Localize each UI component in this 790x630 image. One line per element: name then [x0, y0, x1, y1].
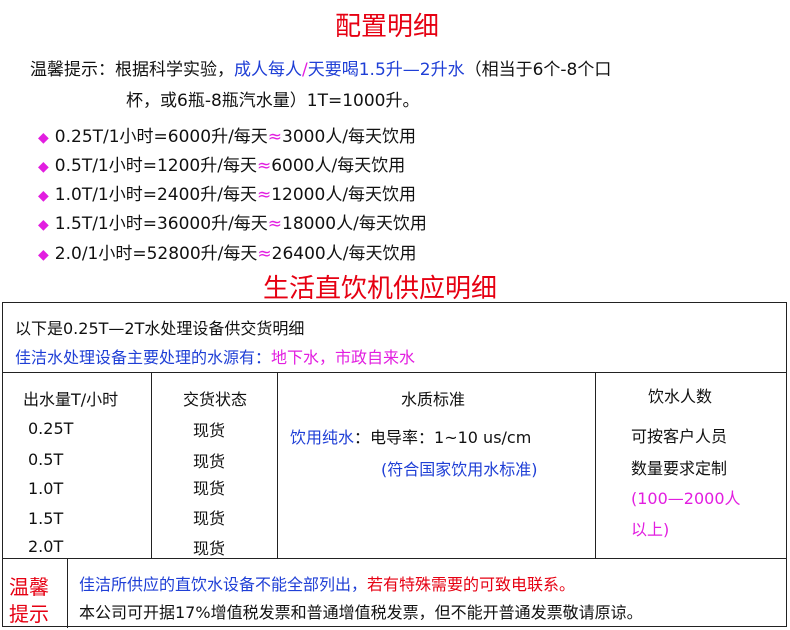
diamond-icon: ◆ [38, 130, 49, 146]
delivery-status: 现货 [193, 452, 226, 471]
item-left: 1.5T/1小时=36000升/每天 [54, 214, 268, 234]
approx-sign: ≈ [256, 156, 272, 176]
config-tip-line2: 杯，或6瓶-8瓶汽水量）1T=1000升。 [126, 91, 420, 111]
item-right: 18000人/每天饮用 [282, 214, 427, 234]
diamond-icon: ◆ [38, 217, 49, 233]
config-item-1: ◆ 0.25T/1小时=6000升/每天≈3000人/每天饮用 [38, 122, 416, 147]
output-value: 2.0T [28, 537, 64, 556]
quality-standard: (符合国家饮用水标准) [381, 460, 538, 479]
tip-highlight-b: 天要喝1.5升—2升水 [307, 60, 465, 80]
item-right: 3000人/每天饮用 [282, 127, 417, 147]
output-value: 1.5T [28, 509, 64, 528]
col-divider-3 [595, 372, 596, 558]
item-left: 1.0T/1小时=2400升/每天 [54, 185, 257, 205]
config-item-4: ◆ 1.5T/1小时=36000升/每天≈18000人/每天饮用 [38, 209, 427, 234]
item-left: 0.5T/1小时=1200升/每天 [54, 156, 257, 176]
quality-type: 饮用纯水 [290, 428, 355, 447]
item-right: 26400人/每天饮用 [271, 244, 417, 264]
col-divider-2 [277, 372, 278, 558]
config-title: 配置明细 [335, 12, 440, 42]
item-right: 6000人/每天饮用 [271, 156, 406, 176]
delivery-status: 现货 [193, 479, 226, 498]
item-left: 2.0/1小时=52800升/每天 [54, 244, 258, 264]
output-value: 1.0T [28, 479, 64, 498]
notice-line1: 佳洁所供应的直饮水设备不能全部列出，若有特殊需要的可致电联系。 [79, 571, 575, 595]
quality-conductivity: ：电导率：1~10 us/cm [354, 428, 532, 447]
notice-line2: 本公司可开据17%增值税发票和普通增值税发票，但不能开普通发票敬请原谅。 [79, 603, 643, 622]
supply-title: 生活直饮机供应明细 [263, 274, 498, 304]
people-range-line1: (100—2000人 [631, 489, 741, 508]
supply-table: 以下是0.25T—2T水处理设备供交货明细 佳洁水处理设备主要处理的水源有：地下… [2, 302, 787, 628]
diamond-icon: ◆ [38, 247, 49, 263]
config-item-3: ◆ 1.0T/1小时=2400升/每天≈12000人/每天饮用 [38, 180, 416, 205]
approx-sign: ≈ [267, 127, 283, 147]
header-quality: 水质标准 [401, 390, 466, 409]
tip-prefix: 温馨提示：根据科学实验， [30, 60, 234, 80]
people-line1: 可按客户人员 [631, 427, 728, 446]
config-item-2: ◆ 0.5T/1小时=1200升/每天≈6000人/每天饮用 [38, 151, 405, 176]
row-divider-1 [3, 372, 786, 373]
header-delivery: 交货状态 [183, 390, 248, 409]
output-value: 0.5T [28, 450, 64, 469]
col-divider-1 [151, 372, 152, 558]
approx-sign: ≈ [257, 244, 272, 264]
people-range-line2: 以上) [631, 520, 670, 539]
notice-label-line2: 提示 [9, 602, 49, 626]
water-source-label: 佳洁水处理设备主要处理的水源有： [15, 348, 272, 367]
delivery-status: 现货 [193, 539, 226, 558]
delivery-status: 现货 [193, 509, 226, 528]
diamond-icon: ◆ [38, 159, 49, 175]
supply-intro: 以下是0.25T—2T水处理设备供交货明细 [15, 319, 305, 338]
header-output: 出水量T/小时 [23, 390, 119, 409]
row-divider-2 [3, 558, 786, 559]
diamond-icon: ◆ [38, 188, 49, 204]
tip-highlight-a: 成人每人 [234, 60, 302, 80]
item-left: 0.25T/1小时=6000升/每天 [54, 127, 268, 147]
notice-line1-a: 佳洁所供应的直饮水设备不能全部列出， [79, 575, 368, 594]
approx-sign: ≈ [267, 214, 283, 234]
people-line2: 数量要求定制 [631, 459, 728, 478]
notice-line1-b: 若有特殊需要的可致电联系。 [367, 575, 576, 594]
approx-sign: ≈ [256, 185, 272, 205]
header-people: 饮水人数 [648, 387, 713, 406]
quality-spec: 饮用纯水：电导率：1~10 us/cm [290, 424, 531, 448]
notice-divider [67, 558, 68, 628]
item-right: 12000人/每天饮用 [271, 185, 417, 205]
config-item-5: ◆ 2.0/1小时=52800升/每天≈26400人/每天饮用 [38, 239, 416, 264]
output-value: 0.25T [28, 419, 74, 438]
tip-suffix: （相当于6个-8个口 [464, 60, 612, 80]
water-source: 佳洁水处理设备主要处理的水源有：地下水，市政自来水 [15, 344, 415, 368]
notice-label-line1: 温馨 [9, 575, 49, 599]
config-tip-line1: 温馨提示：根据科学实验，成人每人/天要喝1.5升—2升水（相当于6个-8个口 [30, 55, 611, 80]
water-source-value: 地下水，市政自来水 [271, 348, 416, 367]
delivery-status: 现货 [193, 421, 226, 440]
